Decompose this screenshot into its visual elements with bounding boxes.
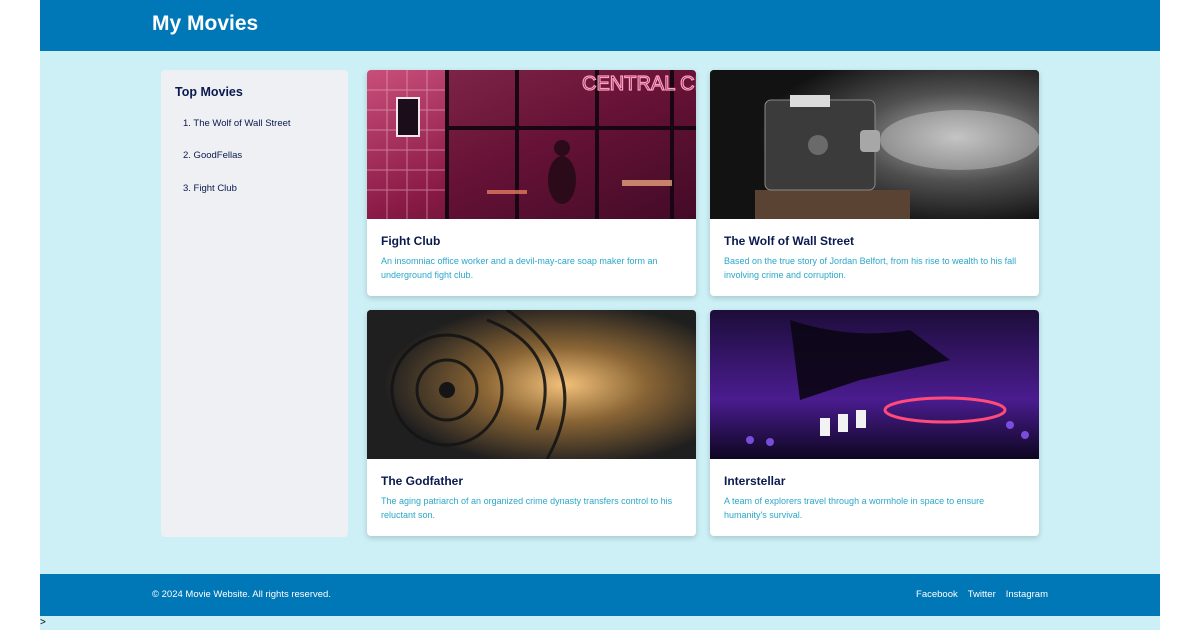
twitter-link[interactable]: Twitter <box>968 589 996 600</box>
stray-text: > <box>40 617 46 628</box>
card-description: A team of explorers travel through a wor… <box>724 496 985 520</box>
sidebar-heading: Top Movies <box>175 85 243 99</box>
movie-image-film-reel <box>367 310 696 459</box>
card-description: The aging patriarch of an organized crim… <box>381 496 673 520</box>
movie-image-cinema: CENTRAL CINEMA <box>367 70 696 219</box>
card-title[interactable]: The Wolf of Wall Street <box>724 234 854 248</box>
copyright-text: © 2024 Movie Website. All rights reserve… <box>152 589 331 600</box>
site-header: My Movies <box>40 0 1160 51</box>
movie-card-wolf-of-wall-street[interactable]: The Wolf of Wall Street Based on the tru… <box>710 70 1039 296</box>
movie-image-projector <box>710 70 1039 219</box>
movie-image-dj-mixer <box>710 310 1039 459</box>
site-footer: © 2024 Movie Website. All rights reserve… <box>40 574 1160 616</box>
sidebar-item-fight-club[interactable]: 3. Fight Club <box>183 183 237 194</box>
movie-card-interstellar[interactable]: Interstellar A team of explorers travel … <box>710 310 1039 536</box>
svg-text:CENTRAL CINEMA: CENTRAL CINEMA <box>582 73 696 95</box>
sidebar-item-wolf-of-wall-street[interactable]: 1. The Wolf of Wall Street <box>183 118 291 129</box>
instagram-link[interactable]: Instagram <box>1006 589 1048 600</box>
sidebar: Top Movies 1. The Wolf of Wall Street 2.… <box>161 70 348 537</box>
card-description: An insomniac office worker and a devil-m… <box>381 256 658 280</box>
social-links: Facebook Twitter Instagram <box>916 589 1048 600</box>
movie-card-godfather[interactable]: The Godfather The aging patriarch of an … <box>367 310 696 536</box>
card-title[interactable]: Interstellar <box>724 474 785 488</box>
facebook-link[interactable]: Facebook <box>916 589 958 600</box>
card-description: Based on the true story of Jordan Belfor… <box>724 256 1017 280</box>
page-frame: My Movies Top Movies 1. The Wolf of Wall… <box>40 0 1160 630</box>
sidebar-item-goodfellas[interactable]: 2. GoodFellas <box>183 150 242 161</box>
card-title[interactable]: The Godfather <box>381 474 463 488</box>
site-title[interactable]: My Movies <box>152 12 258 36</box>
movie-card-fight-club[interactable]: CENTRAL CINEMA Fight Club An insomniac o… <box>367 70 696 296</box>
card-title[interactable]: Fight Club <box>381 234 440 248</box>
